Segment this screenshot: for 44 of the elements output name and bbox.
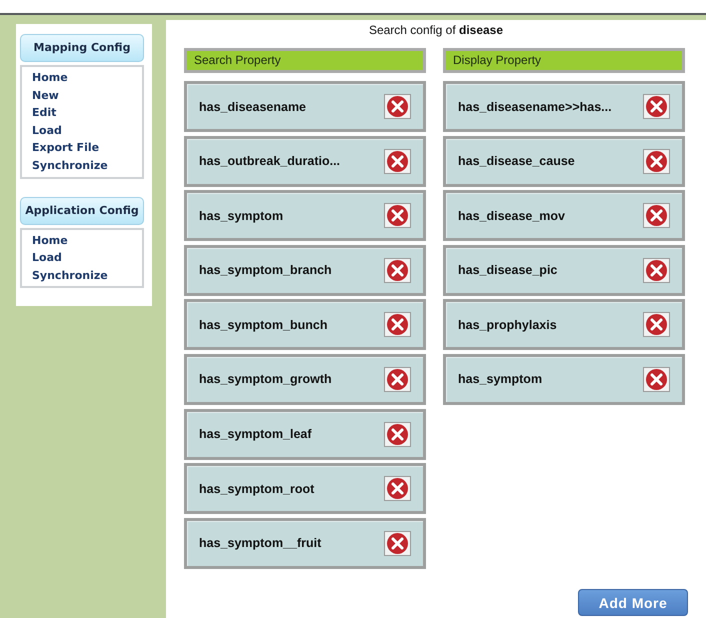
remove-icon[interactable]	[643, 203, 670, 228]
column-header: Search Property	[184, 48, 426, 73]
property-name: has_symptom_root	[199, 482, 314, 496]
remove-icon[interactable]	[384, 312, 411, 338]
remove-icon[interactable]	[384, 203, 411, 228]
property-name: has_symptom	[199, 208, 284, 223]
remove-icon[interactable]	[384, 422, 411, 447]
property-name: has_diseasename	[199, 100, 306, 114]
property-name: has_disease_mov	[458, 208, 566, 223]
property-name: has_disease_pic	[458, 263, 558, 278]
section-header[interactable]: Mapping Config	[20, 34, 144, 62]
remove-icon[interactable]	[643, 312, 670, 338]
remove-icon[interactable]	[384, 258, 411, 283]
nav-link[interactable]: Export File	[32, 139, 132, 157]
section-header[interactable]: Application Config	[20, 196, 144, 225]
remove-icon[interactable]	[384, 94, 411, 119]
remove-icon[interactable]	[384, 530, 411, 556]
remove-icon[interactable]	[643, 258, 670, 283]
remove-icon[interactable]	[643, 366, 670, 392]
nav-link[interactable]: Home	[32, 232, 132, 250]
nav-link[interactable]: Synchronize	[32, 266, 132, 284]
property-name: has_disease_cause	[458, 154, 575, 168]
nav-link[interactable]: Edit	[32, 104, 132, 122]
column-header: Display Property	[443, 48, 685, 73]
property-name: has_symptom_leaf	[199, 427, 312, 442]
nav-link[interactable]: Load	[32, 249, 132, 267]
property-name: has_symptom_growth	[199, 372, 332, 386]
property-name: has_symptom__fruit	[199, 536, 322, 550]
nav-link[interactable]: Load	[32, 122, 132, 140]
property-name: has_symptom_branch	[199, 263, 332, 278]
page-title: Search config of disease	[368, 23, 504, 37]
remove-icon[interactable]	[384, 148, 411, 174]
remove-icon[interactable]	[384, 476, 411, 502]
property-name: has_outbreak_duratio...	[199, 154, 340, 168]
nav-link[interactable]: New	[32, 86, 132, 104]
nav-link[interactable]: Synchronize	[32, 156, 132, 175]
remove-icon[interactable]	[643, 148, 670, 174]
property-name: has_symptom	[458, 372, 542, 386]
remove-icon[interactable]	[643, 94, 670, 119]
nav-link[interactable]: Home	[32, 69, 132, 87]
property-name: has_prophylaxis	[458, 318, 557, 332]
property-name: has_symptom_bunch	[199, 318, 328, 332]
remove-icon[interactable]	[384, 366, 411, 392]
property-name: has_diseasename>>has...	[458, 100, 612, 114]
